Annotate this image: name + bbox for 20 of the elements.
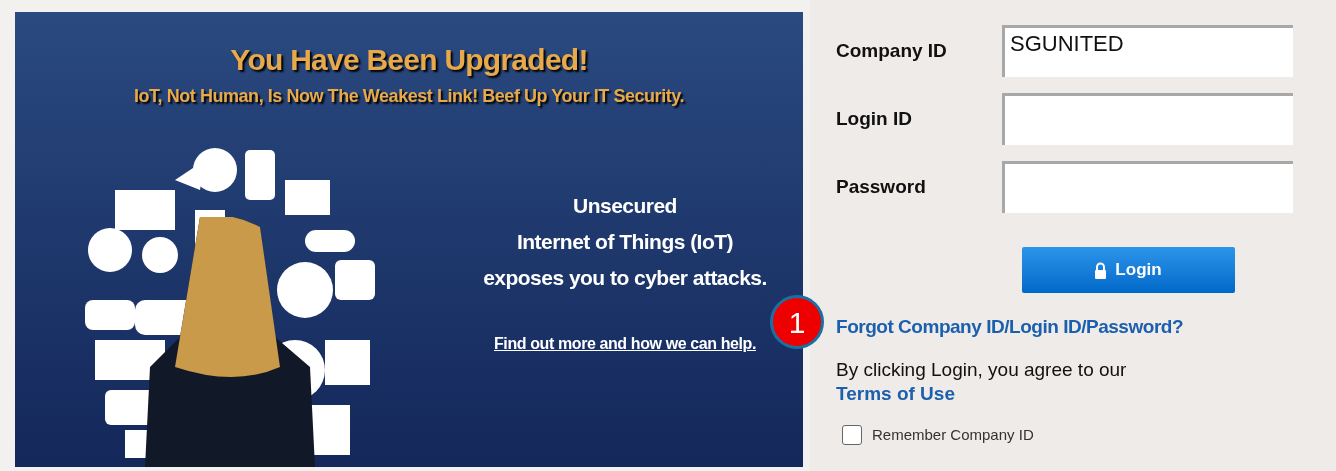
find-out-more-link[interactable]: Find out more and how we can help. — [494, 332, 756, 356]
login-button[interactable]: Login — [1021, 247, 1235, 293]
banner-message-line: Internet of Things (IoT) — [516, 229, 733, 255]
input-field[interactable]: SGUNITED — [1002, 25, 1293, 77]
remember-checkbox[interactable] — [842, 424, 862, 445]
padlock-icon — [1094, 261, 1108, 279]
banner-title: You Have Been Upgraded! — [230, 42, 588, 78]
terms-agreement-text: By clicking Login, you agree to our — [836, 357, 1128, 382]
banner-message-line: exposes you to cyber attacks. — [483, 265, 767, 291]
forgot-credentials-link[interactable]: Forgot Company ID/Login ID/Password? — [836, 313, 1336, 342]
field-label: Login ID — [836, 106, 913, 131]
input-field[interactable] — [1002, 161, 1293, 213]
field-label: Company ID — [836, 38, 948, 63]
banner-message-line: Unsecured — [573, 193, 677, 219]
step-number-badge: 1 — [770, 295, 824, 349]
field-label: Password — [836, 174, 927, 199]
banner-subtitle: IoT, Not Human, Is Now The Weakest Link! Beef Up Your IT Security. — [133, 85, 685, 108]
input-field[interactable] — [1002, 93, 1293, 145]
remember-company-id-label: Remember Company ID — [872, 424, 1034, 445]
terms-of-use-link[interactable]: Terms of Use — [836, 381, 1336, 406]
